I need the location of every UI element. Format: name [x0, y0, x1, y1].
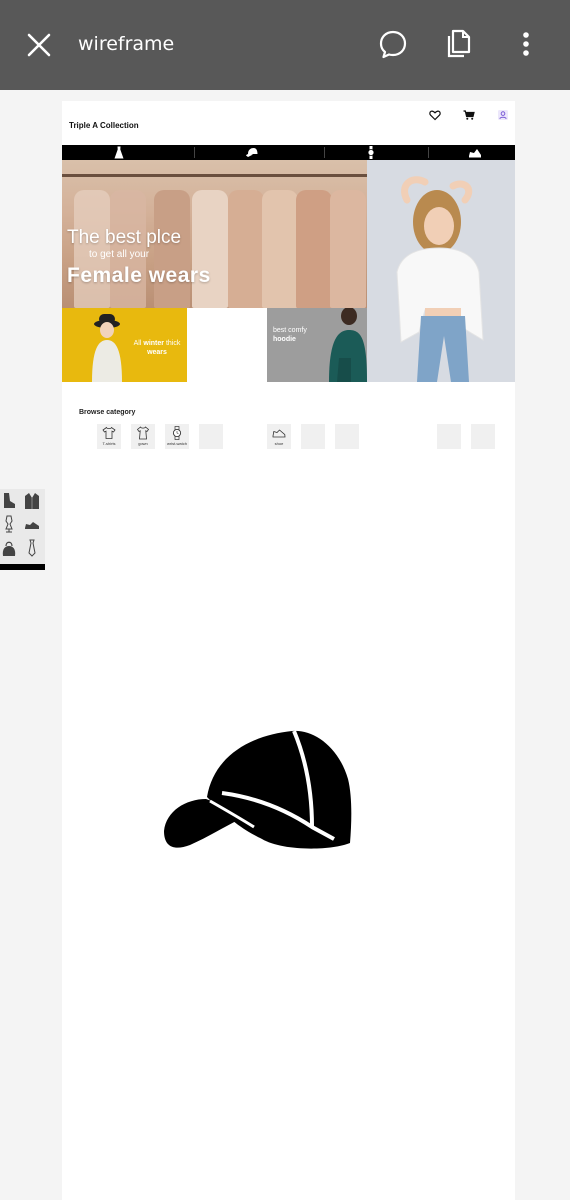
- category-label: wrist-watch: [166, 441, 187, 446]
- category-wrist-watch[interactable]: wrist-watch: [165, 424, 189, 449]
- wristwatch-icon[interactable]: [364, 146, 378, 159]
- category-shoe[interactable]: shoe: [267, 424, 291, 449]
- winter-line2: wears: [147, 349, 167, 356]
- heart-icon[interactable]: [429, 109, 441, 121]
- winter-suffix: thick: [165, 340, 181, 347]
- panel-footer-strip: [0, 564, 45, 570]
- hero-tagline: Female wears: [67, 264, 211, 287]
- hero-subheadline: to get all your: [89, 249, 150, 260]
- hoodie-line2: hoodie: [273, 336, 296, 343]
- divider: [324, 147, 325, 158]
- category-bar: [62, 145, 515, 160]
- category-placeholder[interactable]: [437, 424, 461, 449]
- handbag-icon[interactable]: [1, 539, 17, 557]
- hanging-garment: [330, 190, 366, 308]
- hoodie-line1: best comfy: [273, 327, 307, 334]
- category-label: T-shirts: [102, 441, 116, 446]
- shoe-icon: [272, 429, 286, 438]
- category-placeholder[interactable]: [335, 424, 359, 449]
- model-figure: [396, 176, 484, 382]
- category-gown[interactable]: gown: [131, 424, 155, 449]
- cart-icon[interactable]: [463, 109, 475, 121]
- tshirt-icon: [102, 426, 116, 439]
- shoe-icon[interactable]: [24, 515, 40, 533]
- category-placeholder[interactable]: [301, 424, 325, 449]
- sneaker-icon[interactable]: [468, 146, 482, 159]
- hanging-garment: [262, 190, 298, 308]
- category-tshirts[interactable]: T-shirts: [97, 424, 121, 449]
- clothing-rail: [62, 174, 367, 177]
- browse-category-heading: Browse category: [79, 409, 136, 416]
- cap-icon[interactable]: [162, 727, 354, 853]
- dress-icon[interactable]: [112, 146, 126, 159]
- close-icon[interactable]: [24, 30, 54, 60]
- hanging-garment: [154, 190, 190, 308]
- comment-icon[interactable]: [377, 28, 409, 60]
- boot-icon[interactable]: [1, 492, 17, 510]
- more-vert-icon[interactable]: [510, 28, 542, 60]
- winter-model: [92, 314, 122, 382]
- hero-headline: The best plce: [67, 227, 182, 248]
- side-icon-panel[interactable]: [0, 489, 45, 570]
- hoodie-promo-tile[interactable]: best comfy hoodie: [267, 308, 367, 382]
- category-label: gown: [138, 441, 148, 446]
- document-title: wireframe: [78, 33, 175, 55]
- copy-icon[interactable]: [443, 28, 475, 60]
- gown-icon: [136, 426, 150, 440]
- hanging-garment: [296, 190, 332, 308]
- jacket-icon[interactable]: [24, 492, 40, 510]
- category-placeholder[interactable]: [471, 424, 495, 449]
- hanging-garment: [228, 190, 264, 308]
- tie-icon[interactable]: [24, 539, 40, 557]
- winter-promo-text: All winter thick wears: [129, 339, 185, 357]
- artboard: Triple A Collection The best plce to get…: [62, 101, 515, 1200]
- user-icon[interactable]: [497, 109, 509, 121]
- dress-form-icon[interactable]: [1, 515, 17, 533]
- model-photo[interactable]: [367, 160, 515, 382]
- winter-bold: winter: [143, 340, 164, 347]
- divider: [194, 147, 195, 158]
- app-bar: wireframe: [0, 0, 570, 90]
- cap-icon[interactable]: [245, 146, 259, 159]
- divider: [428, 147, 429, 158]
- category-placeholder[interactable]: [199, 424, 223, 449]
- winter-prefix: All: [133, 340, 142, 347]
- hoodie-promo-text: best comfy hoodie: [273, 326, 307, 344]
- category-label: shoe: [274, 441, 284, 446]
- hoodie-model: [329, 308, 367, 382]
- hanging-garment: [192, 190, 228, 308]
- winter-promo-tile[interactable]: All winter thick wears: [62, 308, 187, 382]
- hero-banner[interactable]: The best plce to get all your Female wea…: [62, 160, 367, 308]
- brand-name: Triple A Collection: [69, 121, 139, 130]
- wristwatch-icon: [172, 426, 182, 440]
